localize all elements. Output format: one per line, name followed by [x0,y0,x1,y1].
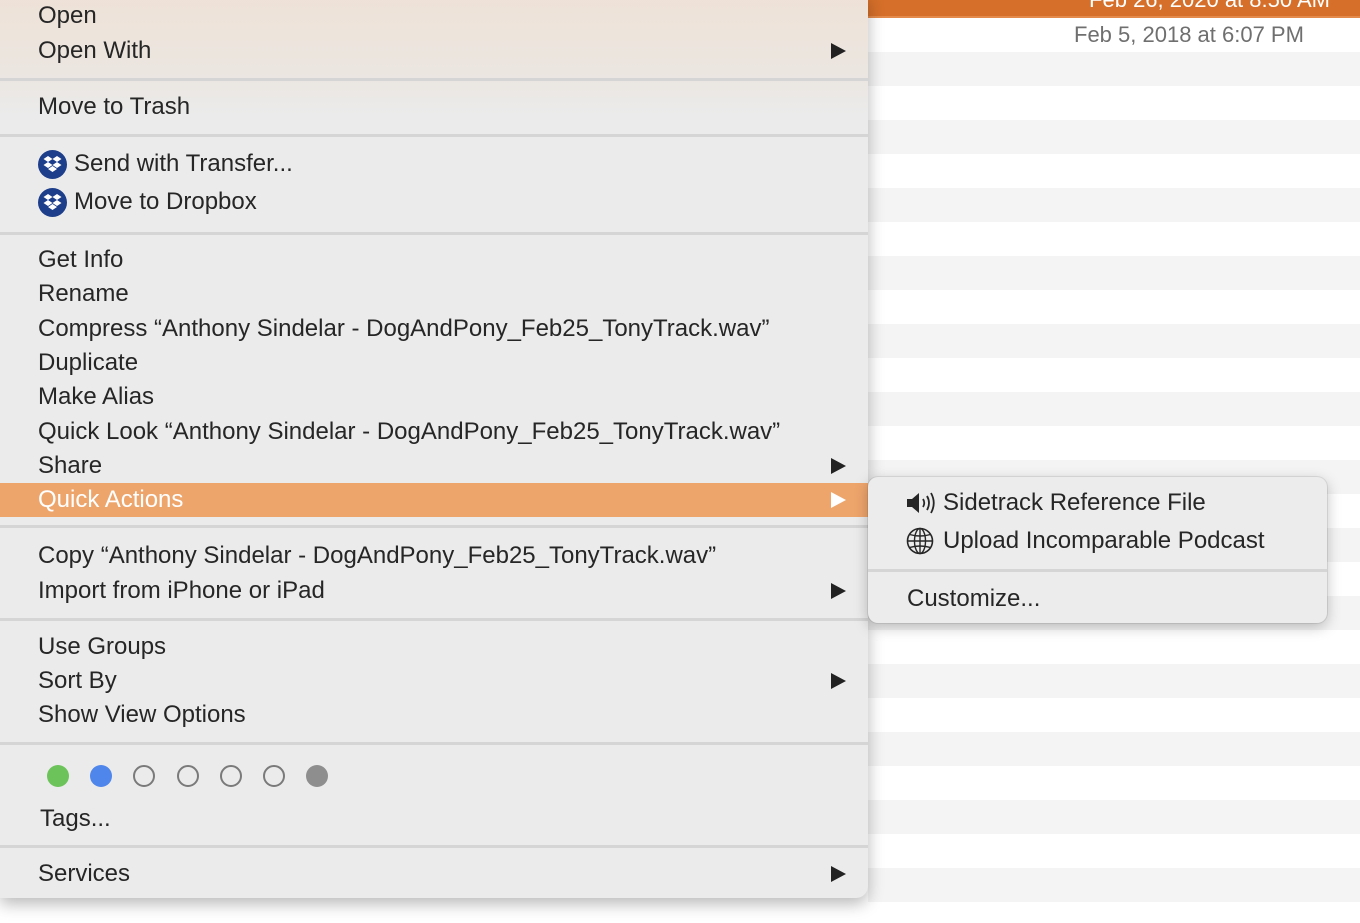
menu-item-quick-actions[interactable]: Quick Actions [0,483,868,517]
menu-item-send-with-transfer[interactable]: Send with Transfer... [0,147,868,181]
dropbox-icon [38,188,67,217]
list-row[interactable] [868,256,1360,290]
submenu-arrow-icon [831,43,846,59]
menu-item-services[interactable]: Services [0,857,868,891]
row-date-modified: Feb 5, 2018 at 6:07 PM [1074,22,1304,47]
submenu-arrow-icon [831,866,846,882]
submenu-arrow-icon [831,583,846,599]
list-row[interactable] [868,800,1360,834]
menu-item-show-view-options[interactable]: Show View Options [0,698,868,732]
speaker-icon [905,489,937,517]
quick-actions-submenu: Sidetrack Reference File Upload Incompar… [868,477,1327,623]
list-row[interactable] [868,120,1360,154]
tag-color-dot[interactable] [306,765,329,787]
menu-item-copy[interactable]: Copy “Anthony Sindelar - DogAndPony_Feb2… [0,539,868,573]
menu-item-use-groups[interactable]: Use Groups [0,630,868,664]
list-row[interactable] [868,324,1360,358]
submenu-item-sidetrack[interactable]: Sidetrack Reference File [868,485,1327,521]
menu-item-duplicate[interactable]: Duplicate [0,346,868,380]
list-row[interactable] [868,392,1360,426]
menu-item-make-alias[interactable]: Make Alias [0,380,868,414]
list-row[interactable] [868,290,1360,324]
submenu-item-upload-podcast[interactable]: Upload Incomparable Podcast [868,523,1327,559]
menu-separator [0,232,868,235]
globe-icon [905,527,937,555]
menu-separator [0,742,868,745]
submenu-arrow-icon [831,458,846,474]
menu-item-quick-look[interactable]: Quick Look “Anthony Sindelar - DogAndPon… [0,415,868,449]
submenu-item-customize[interactable]: Customize... [868,581,1327,617]
dropbox-icon [38,150,67,179]
menu-item-compress[interactable]: Compress “Anthony Sindelar - DogAndPony_… [0,312,868,346]
tag-color-dot[interactable] [90,765,113,787]
list-row[interactable] [868,766,1360,800]
list-row[interactable] [868,426,1360,460]
list-row[interactable] [868,52,1360,86]
list-row[interactable] [868,86,1360,120]
list-row[interactable] [868,664,1360,698]
menu-item-open-with[interactable]: Open With [0,34,868,68]
menu-separator [0,134,868,137]
menu-item-move-to-dropbox[interactable]: Move to Dropbox [0,185,868,219]
menu-item-open[interactable]: Open [0,0,868,33]
list-row[interactable] [868,358,1360,392]
submenu-arrow-icon [831,673,846,689]
menu-separator [0,78,868,81]
menu-item-share[interactable]: Share [0,449,868,483]
list-row[interactable] [868,868,1360,902]
tag-color-dot[interactable] [176,765,199,787]
menu-separator [0,618,868,621]
submenu-separator [868,569,1327,572]
list-row[interactable] [868,698,1360,732]
menu-item-sort-by[interactable]: Sort By [0,664,868,698]
menu-item-move-to-trash[interactable]: Move to Trash [0,90,868,124]
menu-separator [0,525,868,528]
context-menu: Open Open With Move to Trash Send with T… [0,0,868,898]
menu-separator [0,845,868,848]
list-row[interactable] [868,188,1360,222]
list-row[interactable] [868,630,1360,664]
tag-color-dot[interactable] [219,765,242,787]
submenu-arrow-icon [831,492,846,508]
list-row[interactable] [868,834,1360,868]
tag-color-dot[interactable] [47,765,69,787]
list-row[interactable] [868,902,1360,923]
list-row[interactable] [868,732,1360,766]
tag-color-dot[interactable] [133,765,156,787]
tag-color-dot[interactable] [263,765,285,787]
list-row[interactable] [868,222,1360,256]
selected-file-row[interactable]: Feb 26, 2020 at 8:50 AM [868,0,1360,18]
menu-item-rename[interactable]: Rename [0,277,868,311]
list-row[interactable] [868,154,1360,188]
menu-item-tags[interactable]: Tags... [0,802,868,836]
menu-item-get-info[interactable]: Get Info [0,243,868,277]
selected-row-date: Feb 26, 2020 at 8:50 AM [1089,0,1330,13]
menu-item-import-from-iphone[interactable]: Import from iPhone or iPad [0,574,868,608]
